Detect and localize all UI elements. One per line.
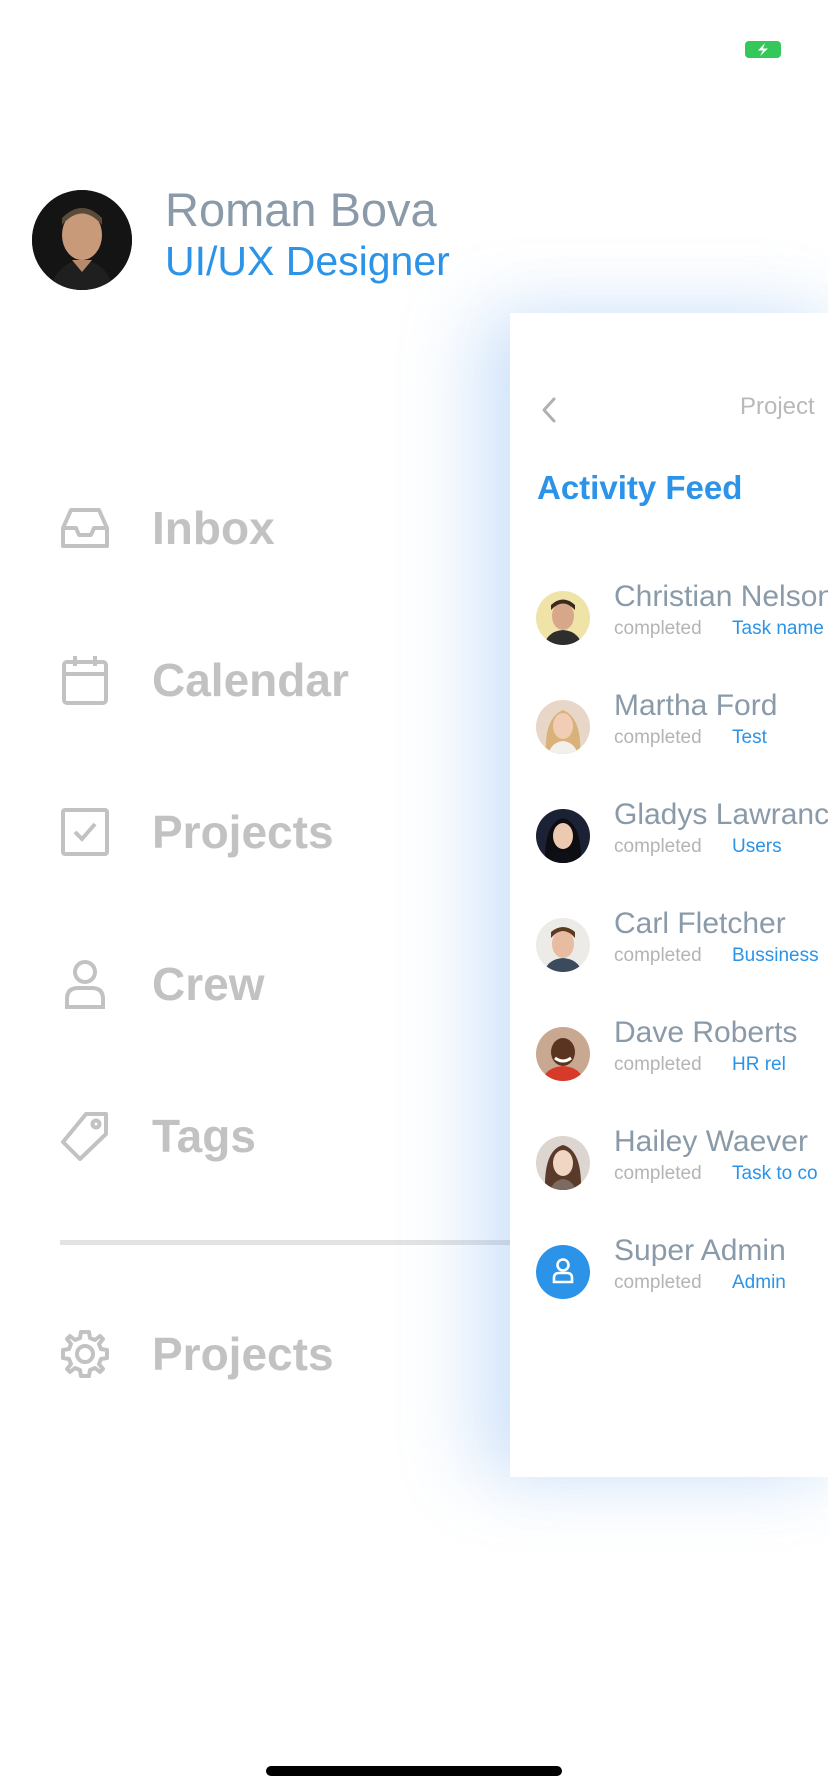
- feed-status: completed: [614, 836, 702, 857]
- feed-user-name: Dave Roberts: [614, 1016, 798, 1049]
- feed-task-link[interactable]: HR rel: [732, 1054, 786, 1076]
- menu-item-settings[interactable]: Projects: [58, 1322, 334, 1386]
- feed-user-name: Super Admin: [614, 1234, 786, 1267]
- feed-status: completed: [614, 727, 702, 748]
- feed-item[interactable]: Christian Nelson completed Task name: [536, 580, 828, 648]
- feed-task-link[interactable]: Bussiness: [732, 945, 819, 967]
- menu-item-inbox[interactable]: Inbox: [58, 496, 275, 560]
- gear-icon: [58, 1327, 112, 1381]
- profile-role: UI/UX Designer: [165, 238, 450, 284]
- profile-name: Roman Bova: [165, 183, 437, 236]
- menu-item-calendar[interactable]: Calendar: [58, 648, 349, 712]
- calendar-icon: [58, 653, 112, 707]
- activity-feed-title: Activity Feed: [537, 469, 743, 506]
- feed-item[interactable]: Gladys Lawrance completed Users: [536, 798, 828, 866]
- menu-divider: [60, 1240, 520, 1245]
- feed-status: completed: [614, 945, 702, 966]
- feed-item[interactable]: Martha Ford completed Test: [536, 689, 828, 757]
- feed-task-link[interactable]: Test: [732, 727, 767, 749]
- panel-header-title: Project: [740, 393, 815, 420]
- battery-charging-icon: [745, 41, 781, 58]
- menu-item-label: Inbox: [152, 502, 275, 554]
- menu-item-label: Calendar: [152, 654, 349, 706]
- menu-item-label: Projects: [152, 1328, 334, 1380]
- feed-status: completed: [614, 1054, 702, 1075]
- feed-item[interactable]: Carl Fletcher completed Bussiness: [536, 907, 828, 975]
- feed-user-name: Christian Nelson: [614, 580, 828, 613]
- menu-item-label: Projects: [152, 806, 334, 858]
- inbox-tray-icon: [58, 501, 112, 555]
- menu-item-label: Tags: [152, 1110, 256, 1162]
- feed-task-link[interactable]: Task to co: [732, 1163, 818, 1185]
- feed-task-link[interactable]: Task name: [732, 618, 824, 640]
- person-icon: [58, 957, 112, 1011]
- feed-status: completed: [614, 618, 702, 639]
- feed-user-name: Carl Fletcher: [614, 907, 786, 940]
- avatar: [536, 1027, 590, 1081]
- avatar: [536, 918, 590, 972]
- feed-item[interactable]: Super Admin completed Admin: [536, 1234, 828, 1302]
- feed-item[interactable]: Dave Roberts completed HR rel: [536, 1016, 828, 1084]
- feed-task-link[interactable]: Users: [732, 836, 782, 858]
- menu-item-projects[interactable]: Projects: [58, 800, 334, 864]
- avatar: [536, 809, 590, 863]
- checkbox-icon: [58, 805, 112, 859]
- feed-user-name: Gladys Lawrance: [614, 798, 828, 831]
- person-icon: [536, 1245, 590, 1299]
- home-indicator[interactable]: [266, 1766, 562, 1776]
- feed-user-name: Martha Ford: [614, 689, 778, 722]
- avatar[interactable]: [32, 190, 132, 290]
- menu-item-label: Crew: [152, 958, 265, 1010]
- feed-item[interactable]: Hailey Waever completed Task to co: [536, 1125, 828, 1193]
- activity-panel: Project Activity Feed Christian Nelson c…: [510, 313, 828, 1477]
- chevron-left-icon[interactable]: [538, 395, 562, 425]
- menu-item-crew[interactable]: Crew: [58, 952, 264, 1016]
- avatar: [536, 591, 590, 645]
- feed-status: completed: [614, 1272, 702, 1293]
- app-screen: Roman Bova UI/UX Designer Inbox Calendar: [0, 0, 828, 1792]
- avatar: [536, 700, 590, 754]
- feed-task-link[interactable]: Admin: [732, 1272, 786, 1294]
- menu-item-tags[interactable]: Tags: [58, 1104, 256, 1168]
- tag-icon: [58, 1109, 112, 1163]
- feed-user-name: Hailey Waever: [614, 1125, 808, 1158]
- feed-status: completed: [614, 1163, 702, 1184]
- avatar: [536, 1136, 590, 1190]
